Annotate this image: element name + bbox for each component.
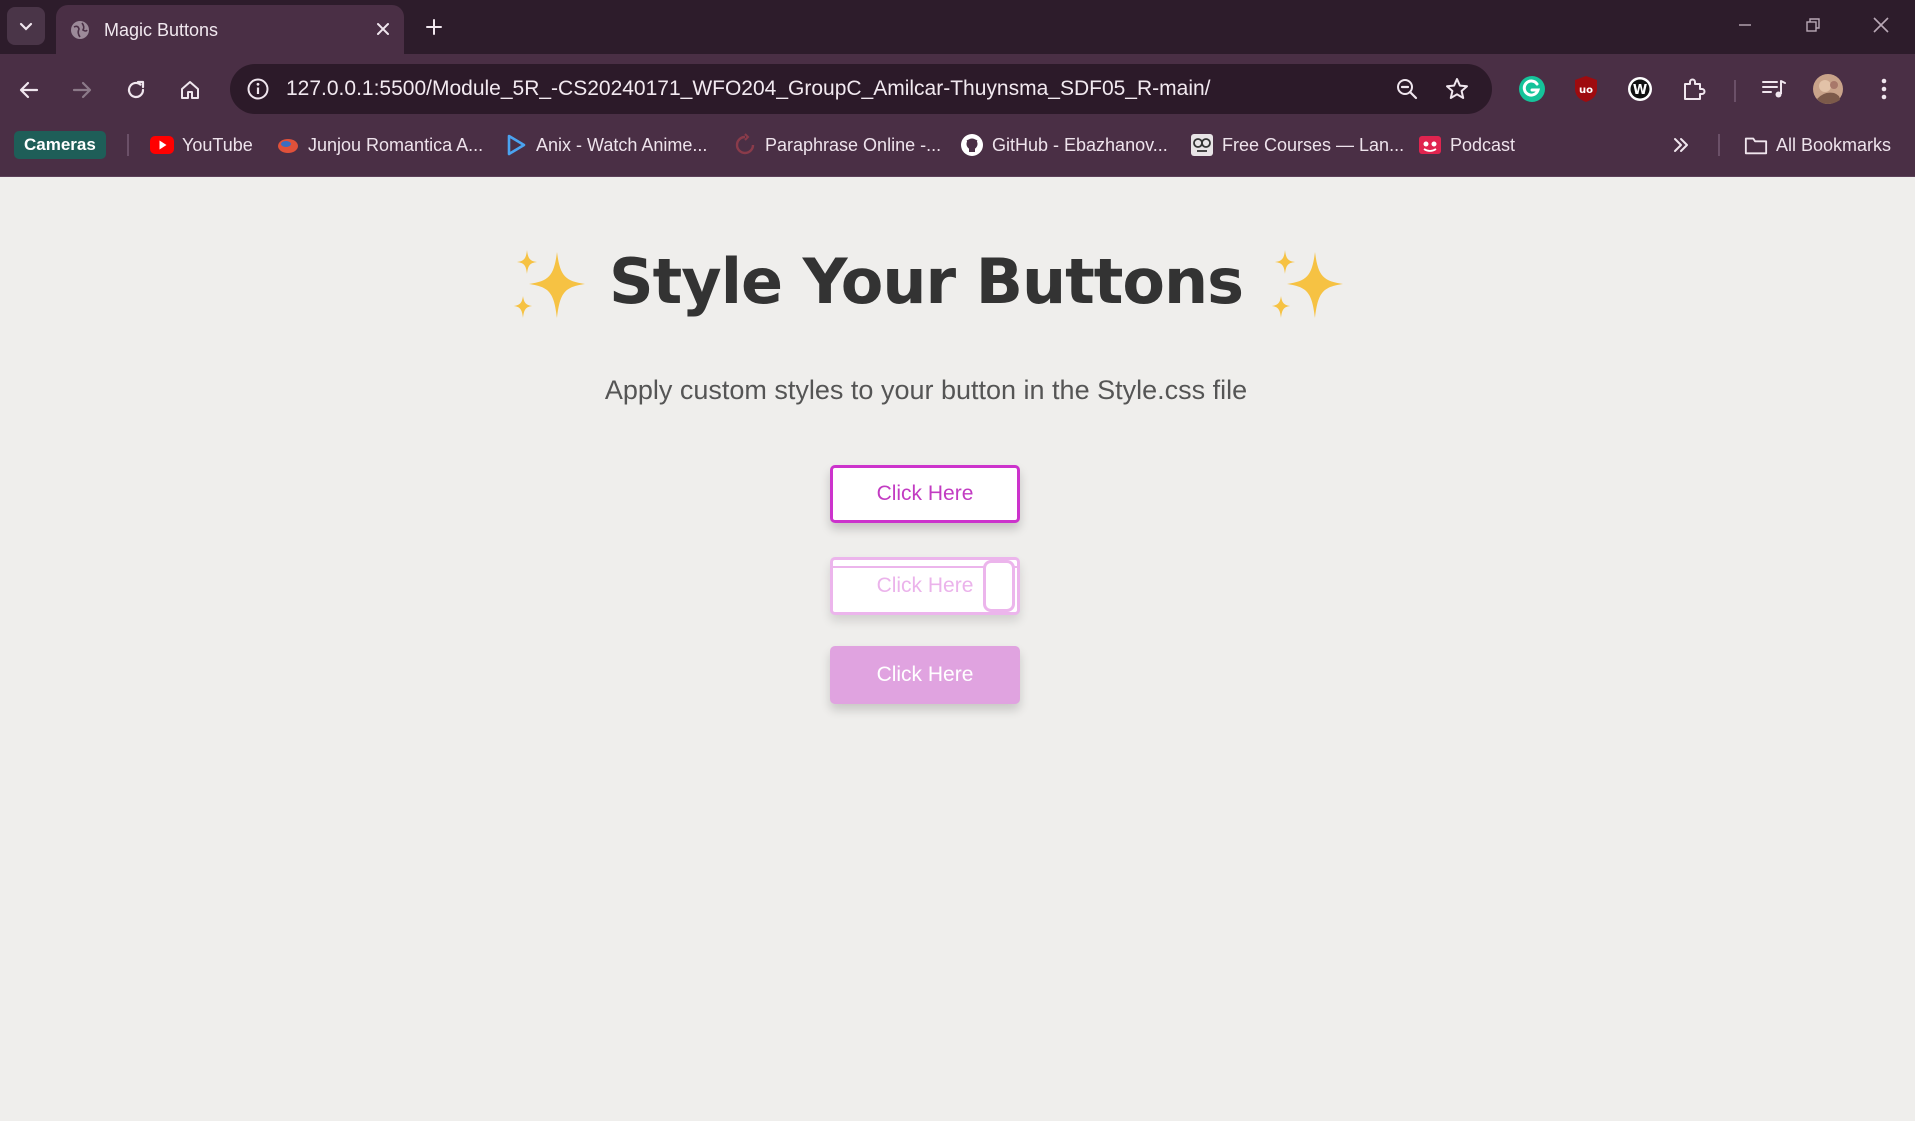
bookmark-junjou-romantica[interactable]: Junjou Romantica A...	[276, 128, 483, 162]
paraphrase-icon	[733, 133, 757, 157]
bookmark-youtube[interactable]: YouTube	[150, 128, 253, 162]
zoom-button[interactable]	[1392, 74, 1422, 104]
arrow-left-icon	[19, 81, 39, 99]
active-tab[interactable]: Magic Buttons	[56, 5, 404, 54]
profile-avatar[interactable]	[1810, 71, 1846, 107]
bookmark-label: Junjou Romantica A...	[308, 134, 484, 155]
bookmarks-divider	[1718, 134, 1720, 156]
more-bookmarks-button[interactable]	[1672, 128, 1690, 162]
button-label: Click Here	[876, 482, 974, 505]
button-label: Click Here	[876, 663, 974, 686]
playlist-music-icon	[1762, 80, 1786, 98]
bookmark-anix[interactable]: Anix - Watch Anime...	[504, 128, 707, 162]
star-icon	[1446, 78, 1468, 99]
button-overlay-box	[983, 560, 1015, 612]
reload-button[interactable]	[117, 71, 155, 109]
arrow-right-icon	[72, 81, 92, 99]
all-bookmarks-label: All Bookmarks	[1776, 134, 1892, 155]
back-button[interactable]	[10, 71, 48, 109]
bookmark-podcast[interactable]: Podcast	[1418, 128, 1515, 162]
extensions-button[interactable]	[1676, 71, 1712, 107]
ublock-extension[interactable]: uo	[1568, 71, 1604, 107]
podcast-icon	[1418, 133, 1442, 157]
puzzle-icon	[1684, 78, 1706, 100]
bookmark-free-courses[interactable]: Free Courses — Lan...	[1190, 128, 1404, 162]
site-info-button[interactable]	[244, 75, 272, 103]
bookmark-label: Anix - Watch Anime...	[536, 134, 708, 155]
double-chevron-right-icon	[1674, 138, 1688, 152]
bookmark-label: Podcast	[1450, 134, 1516, 155]
restore-icon	[1806, 18, 1820, 32]
click-here-button-2[interactable]: Click Here	[830, 557, 1020, 615]
globe-icon	[71, 21, 89, 39]
bookmark-label: Free Courses — Lan...	[1222, 134, 1405, 155]
avatar-icon	[1813, 74, 1843, 104]
address-bar[interactable]: 127.0.0.1:5500/Module_5R_-CS20240171_WFO…	[230, 64, 1492, 114]
tab-strip: Magic Buttons	[0, 0, 1915, 54]
youtube-icon	[150, 133, 174, 157]
ublock-icon: uo	[1575, 76, 1597, 102]
bookmark-label: Paraphrase Online -...	[765, 134, 942, 155]
wordtune-extension[interactable]: W	[1622, 71, 1658, 107]
courses-icon	[1190, 133, 1214, 157]
bookmarks-divider	[127, 134, 129, 156]
click-here-button-1[interactable]: Click Here	[830, 465, 1020, 523]
tab-title: Magic Buttons	[104, 20, 219, 40]
media-controls-button[interactable]	[1756, 71, 1792, 107]
tab-search-button[interactable]	[7, 7, 45, 45]
all-bookmarks-button[interactable]: All Bookmarks	[1744, 128, 1891, 162]
info-icon	[247, 78, 269, 100]
zoom-icon	[1397, 79, 1418, 100]
button-label: Click Here	[876, 574, 974, 597]
home-button[interactable]	[171, 71, 209, 109]
page-heading: Style Your Buttons	[0, 245, 1852, 326]
github-icon	[960, 133, 984, 157]
chrome-menu-button[interactable]	[1866, 71, 1902, 107]
reload-icon	[127, 80, 145, 99]
grammarly-extension[interactable]	[1514, 71, 1550, 107]
sparkles-icon	[514, 249, 585, 318]
svg-text:uo: uo	[1579, 85, 1593, 96]
restore-button[interactable]	[1788, 8, 1838, 42]
bookmark-paraphrase-online[interactable]: Paraphrase Online -...	[733, 128, 941, 162]
toolbar-divider	[1734, 80, 1736, 102]
bookmark-cameras[interactable]: Cameras	[14, 131, 106, 159]
grammarly-icon	[1519, 76, 1545, 102]
bookmark-label: YouTube	[182, 134, 253, 155]
kebab-menu-icon	[1881, 78, 1887, 100]
anime-icon	[276, 133, 300, 157]
bookmark-github[interactable]: GitHub - Ebazhanov...	[960, 128, 1168, 162]
forward-button[interactable]	[63, 71, 101, 109]
page-body: Style Your Buttons Apply custom styles t…	[0, 177, 1915, 1121]
bookmark-star-button[interactable]	[1442, 74, 1472, 104]
page-title: Style Your Buttons	[609, 245, 1244, 318]
new-tab-button[interactable]	[418, 11, 450, 43]
close-icon	[1873, 17, 1889, 33]
url-text: 127.0.0.1:5500/Module_5R_-CS20240171_WFO…	[286, 77, 1211, 100]
click-here-button-3[interactable]: Click Here	[830, 646, 1020, 704]
minimize-icon	[1739, 24, 1751, 26]
w-logo-icon: W	[1628, 77, 1652, 101]
bookmark-label: GitHub - Ebazhanov...	[992, 134, 1168, 155]
page-subtitle: Apply custom styles to your button in th…	[604, 375, 1248, 405]
svg-text:W: W	[1633, 83, 1647, 98]
close-icon	[377, 23, 389, 35]
close-window-button[interactable]	[1856, 8, 1906, 42]
minimize-button[interactable]	[1720, 8, 1770, 42]
sparkles-icon	[1272, 249, 1343, 318]
anix-icon	[504, 133, 528, 157]
close-tab-button[interactable]	[372, 18, 394, 40]
home-icon	[181, 81, 199, 99]
chevron-down-icon	[19, 22, 33, 31]
folder-icon	[1744, 133, 1768, 157]
plus-icon	[426, 19, 442, 35]
